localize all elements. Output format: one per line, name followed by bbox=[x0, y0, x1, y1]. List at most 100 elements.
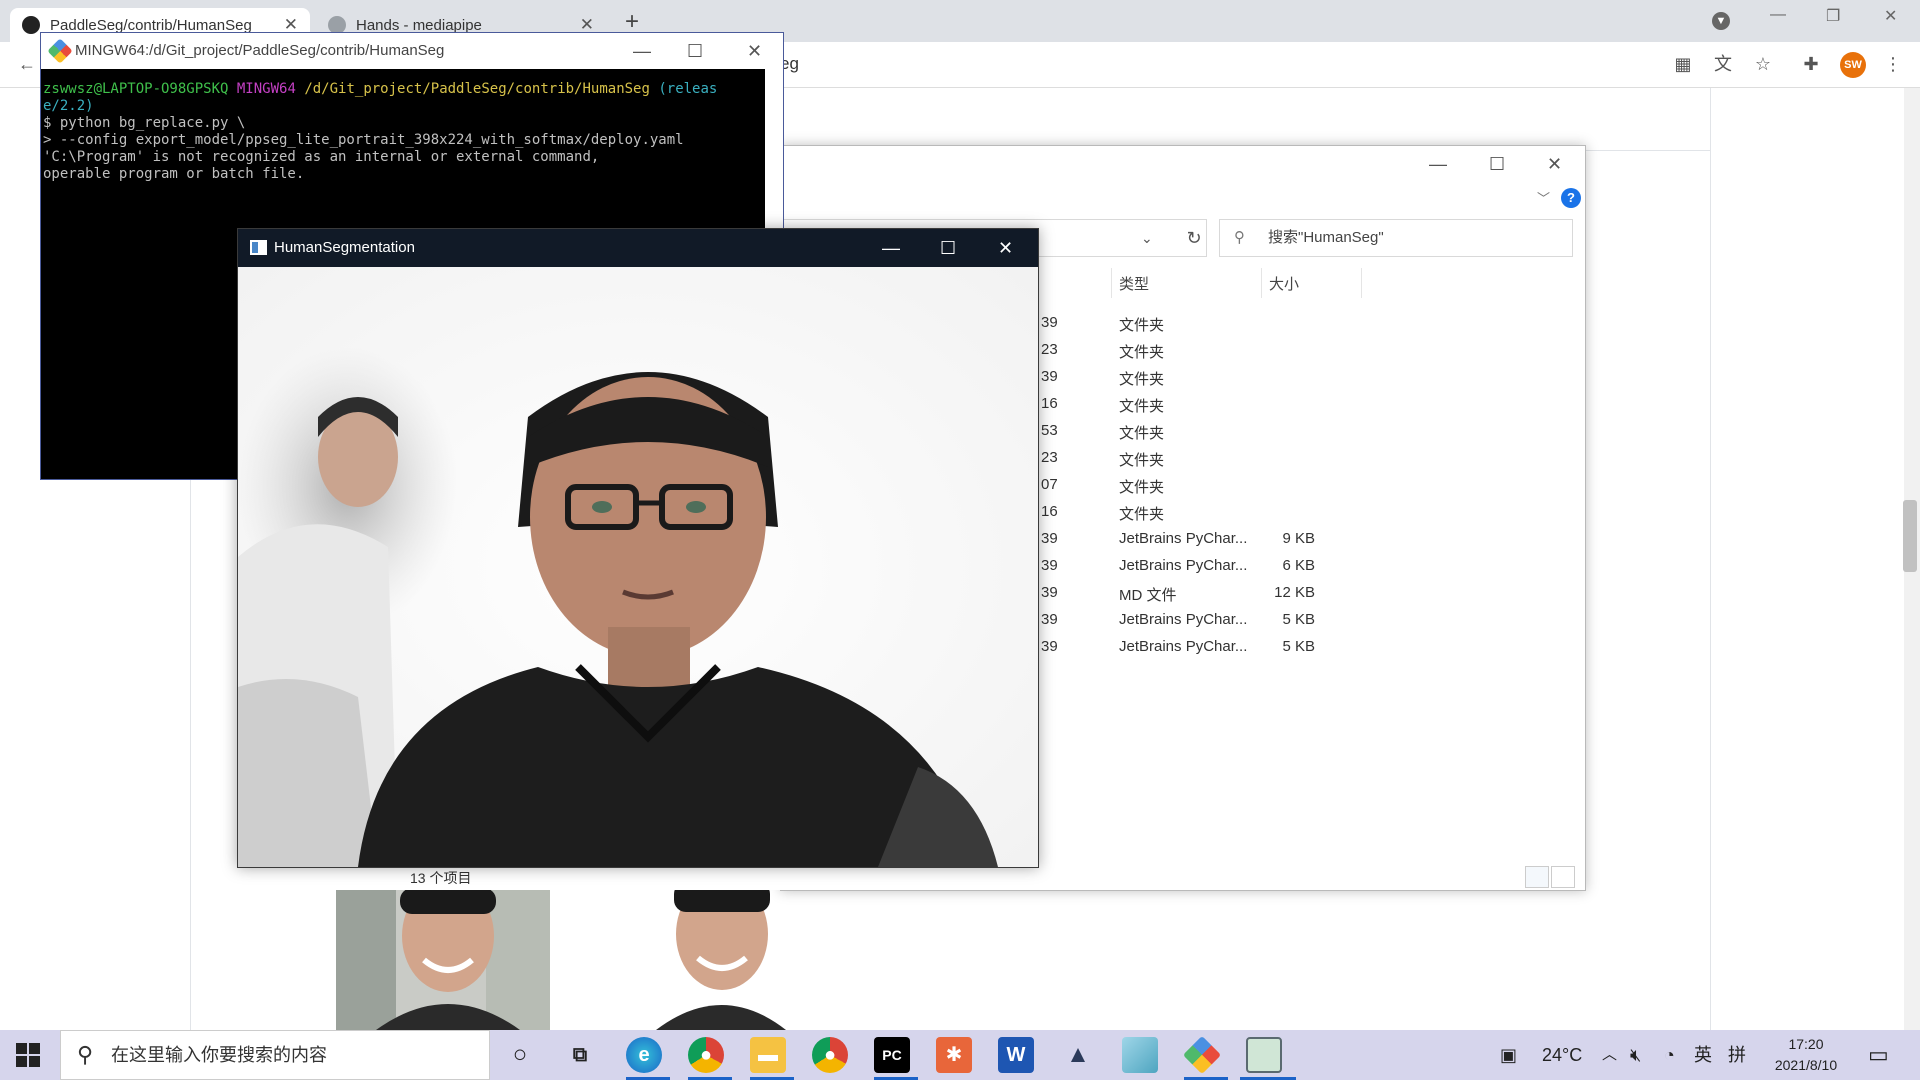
minimize-icon[interactable]: — bbox=[882, 229, 900, 267]
error-output: 'C:\Program' is not recognized as an int… bbox=[43, 149, 600, 165]
chevron-up-icon[interactable]: ︿ bbox=[1602, 1030, 1617, 1080]
file-modified: 07 bbox=[1041, 476, 1058, 493]
column-divider bbox=[1361, 268, 1362, 298]
file-modified: 23 bbox=[1041, 341, 1058, 358]
opencv-window-icon bbox=[250, 240, 267, 255]
file-type: 文件夹 bbox=[1119, 506, 1165, 523]
prompt-branch-wrap: e/2.2) bbox=[43, 98, 94, 114]
maximize-icon[interactable]: ☐ bbox=[687, 33, 703, 69]
search-placeholder: 搜索"HumanSeg" bbox=[1268, 229, 1384, 246]
file-size: 5 KB bbox=[1282, 611, 1315, 628]
back-arrow-icon[interactable]: ← bbox=[16, 53, 38, 75]
file-type: JetBrains PyChar... bbox=[1119, 638, 1248, 655]
git-bash-icon bbox=[47, 38, 73, 64]
profile-menu-icon[interactable]: ▼ bbox=[1712, 12, 1730, 30]
column-divider bbox=[1111, 268, 1112, 298]
tab-title: PaddleSeg/contrib/HumanSeg bbox=[50, 16, 252, 34]
column-divider bbox=[1261, 268, 1262, 298]
explorer-status-strip: 13 个项目 bbox=[336, 866, 786, 890]
wifi-icon[interactable]: ◔ bbox=[1664, 1030, 1675, 1080]
column-header-size[interactable]: 大小 bbox=[1269, 273, 1299, 294]
minimize-icon[interactable]: — bbox=[1770, 6, 1786, 24]
minimize-icon[interactable]: — bbox=[633, 33, 651, 69]
file-modified: 16 bbox=[1041, 395, 1058, 412]
details-view-icon[interactable] bbox=[1525, 866, 1549, 888]
close-icon[interactable]: ✕ bbox=[1547, 154, 1562, 175]
file-type: 文件夹 bbox=[1119, 371, 1165, 388]
file-type: JetBrains PyChar... bbox=[1119, 557, 1248, 574]
terminal-title: MINGW64:/d/Git_project/PaddleSeg/contrib… bbox=[75, 42, 445, 59]
windows-start-icon[interactable] bbox=[16, 1043, 40, 1067]
cat-icon[interactable]: ▲ bbox=[1060, 1037, 1096, 1073]
file-type: MD 文件 bbox=[1119, 587, 1177, 604]
file-size: 9 KB bbox=[1282, 530, 1315, 547]
opencv-window-icon[interactable] bbox=[1246, 1037, 1282, 1073]
translate-icon[interactable]: 文 bbox=[1712, 53, 1734, 75]
search-icon: ⚲ bbox=[77, 1042, 94, 1067]
bookmark-star-icon[interactable]: ☆ bbox=[1752, 53, 1774, 75]
ime-mode[interactable]: 拼 bbox=[1728, 1030, 1746, 1080]
hseg-title: HumanSegmentation bbox=[274, 239, 415, 256]
chevron-down-icon[interactable]: ⌄ bbox=[1141, 220, 1153, 256]
close-icon[interactable]: ✕ bbox=[1884, 6, 1897, 26]
file-modified: 39 bbox=[1041, 530, 1058, 547]
refresh-icon[interactable]: ↻ bbox=[1177, 219, 1211, 257]
system-clock[interactable]: 17:20 2021/8/10 bbox=[1764, 1034, 1848, 1076]
file-modified: 39 bbox=[1041, 368, 1058, 385]
segmentation-output-image bbox=[238, 267, 1038, 867]
github-icon bbox=[22, 16, 40, 34]
chrome-alt-icon[interactable]: ● bbox=[812, 1037, 848, 1073]
cortana-icon[interactable]: ○ bbox=[502, 1037, 538, 1073]
maximize-icon[interactable]: ☐ bbox=[940, 229, 956, 267]
file-modified: 39 bbox=[1041, 584, 1058, 601]
demo-image-segmented bbox=[656, 868, 786, 1030]
file-modified: 39 bbox=[1041, 638, 1058, 655]
page-scrollbar-thumb[interactable] bbox=[1903, 500, 1917, 572]
close-icon[interactable]: ✕ bbox=[998, 229, 1013, 267]
restore-icon[interactable]: ❐ bbox=[1826, 6, 1840, 26]
large-icons-view-icon[interactable] bbox=[1551, 866, 1575, 888]
clock-date: 2021/8/10 bbox=[1774, 1057, 1838, 1073]
column-header-type[interactable]: 类型 bbox=[1119, 273, 1149, 294]
item-count-label: 13 个项目 bbox=[410, 870, 472, 886]
search-icon: ⚲ bbox=[1234, 229, 1245, 246]
task-view-icon[interactable]: ⧉ bbox=[562, 1037, 598, 1073]
file-modified: 39 bbox=[1041, 557, 1058, 574]
minimize-icon[interactable]: — bbox=[1429, 154, 1447, 175]
demo-image-original bbox=[336, 868, 550, 1030]
xmind-icon[interactable]: ✱ bbox=[936, 1037, 972, 1073]
file-modified: 39 bbox=[1041, 611, 1058, 628]
ime-language[interactable]: 英 bbox=[1694, 1030, 1712, 1080]
command-line: $ python bg_replace.py \ bbox=[43, 115, 246, 131]
weather-icon[interactable]: ▣ bbox=[1500, 1030, 1517, 1080]
prompt-user: zswwsz@LAPTOP-O98GPSKQ bbox=[43, 81, 229, 97]
prompt-env: MINGW64 bbox=[236, 81, 296, 97]
file-explorer-icon[interactable]: ▬ bbox=[750, 1037, 786, 1073]
volume-muted-icon[interactable]: 🔇︎ bbox=[1630, 1030, 1641, 1080]
help-icon[interactable]: ? bbox=[1561, 188, 1581, 208]
taskbar-search-placeholder: 在这里输入你要搜索的内容 bbox=[111, 1045, 327, 1065]
more-menu-icon[interactable]: ⋮ bbox=[1882, 53, 1904, 75]
file-modified: 16 bbox=[1041, 503, 1058, 520]
pycharm-icon[interactable]: PC bbox=[874, 1037, 910, 1073]
file-type: 文件夹 bbox=[1119, 479, 1165, 496]
chevron-down-icon[interactable]: ﹀ bbox=[1537, 188, 1550, 207]
command-line: > --config export_model/ppseg_lite_portr… bbox=[43, 132, 684, 148]
file-size: 5 KB bbox=[1282, 638, 1315, 655]
avatar[interactable]: SW bbox=[1840, 52, 1866, 78]
git-icon[interactable] bbox=[1182, 1035, 1222, 1075]
word-icon[interactable]: W bbox=[998, 1037, 1034, 1073]
chrome-icon[interactable]: ● bbox=[688, 1037, 724, 1073]
grid-icon[interactable]: ▦ bbox=[1672, 53, 1694, 75]
file-size: 12 KB bbox=[1274, 584, 1315, 601]
extensions-icon[interactable]: ✚ bbox=[1800, 53, 1822, 75]
taskbar-search-input[interactable]: ⚲ 在这里输入你要搜索的内容 bbox=[60, 1030, 490, 1080]
edge-icon[interactable]: e bbox=[626, 1037, 662, 1073]
close-icon[interactable]: ✕ bbox=[747, 33, 762, 69]
notification-icon[interactable]: ▭ bbox=[1868, 1030, 1889, 1080]
drive-icon[interactable] bbox=[1122, 1037, 1158, 1073]
search-input[interactable]: ⚲ 搜索"HumanSeg" bbox=[1219, 219, 1573, 257]
weather-temp[interactable]: 24°C bbox=[1542, 1030, 1582, 1080]
maximize-icon[interactable]: ☐ bbox=[1489, 154, 1505, 175]
file-type: JetBrains PyChar... bbox=[1119, 611, 1248, 628]
